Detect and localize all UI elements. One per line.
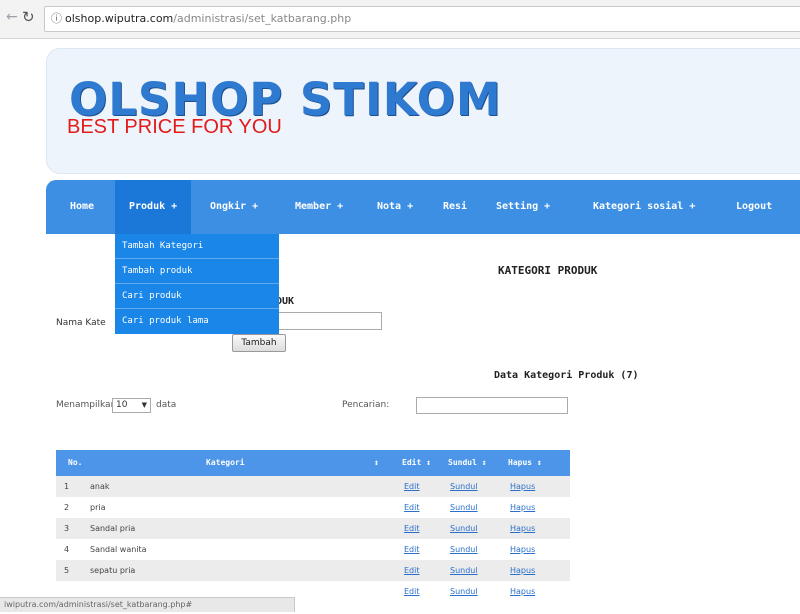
table-header: No. Kategori ↕ Edit ↕ Sundul ↕ Hapus ↕ xyxy=(56,450,570,476)
site-header: OLSHOP STIKOM BEST PRICE FOR YOU xyxy=(46,48,800,174)
page-info-icon[interactable]: ⓘ xyxy=(51,7,63,31)
nav-ongkir[interactable]: Ongkir + xyxy=(210,180,258,234)
nav-member[interactable]: Member + xyxy=(295,180,343,234)
cell-no: 1 xyxy=(64,482,70,491)
sundul-link[interactable]: Sundul xyxy=(450,518,478,539)
page-title: KATEGORI PRODUK xyxy=(498,264,598,277)
table-row: 3 Sandal pria Edit Sundul Hapus xyxy=(56,518,570,539)
cell-kategori: anak xyxy=(90,482,110,491)
col-header-edit[interactable]: Edit ↕ xyxy=(402,450,431,476)
sundul-link[interactable]: Sundul xyxy=(450,581,478,602)
back-arrow-icon[interactable]: ← xyxy=(6,10,20,24)
cell-kategori: Sandal pria xyxy=(90,524,136,533)
table-row: 2 pria Edit Sundul Hapus xyxy=(56,497,570,518)
address-bar[interactable]: ⓘ olshop.wiputra.com/administrasi/set_kat… xyxy=(44,6,800,32)
table-row: 5 sepatu pria Edit Sundul Hapus xyxy=(56,560,570,581)
category-table: No. Kategori ↕ Edit ↕ Sundul ↕ Hapus ↕ 1… xyxy=(56,450,570,602)
edit-link[interactable]: Edit xyxy=(404,560,420,581)
edit-link[interactable]: Edit xyxy=(404,539,420,560)
produk-dropdown-menu: Tambah Kategori Tambah produk Cari produ… xyxy=(115,234,279,334)
nav-kategori-sosial[interactable]: Kategori sosial + xyxy=(593,180,695,234)
cell-no: 5 xyxy=(64,566,70,575)
site-tagline: BEST PRICE FOR YOU xyxy=(67,116,282,138)
add-category-button[interactable]: Tambah xyxy=(232,334,286,352)
entries-label: Menampilkan xyxy=(56,400,117,410)
nav-resi[interactable]: Resi xyxy=(443,180,467,234)
cell-kategori: Sandal wanita xyxy=(90,545,147,554)
sundul-link[interactable]: Sundul xyxy=(450,539,478,560)
edit-link[interactable]: Edit xyxy=(404,476,420,497)
nav-home[interactable]: Home xyxy=(70,180,94,234)
sundul-link[interactable]: Sundul xyxy=(450,560,478,581)
sundul-link[interactable]: Sundul xyxy=(450,476,478,497)
hapus-link[interactable]: Hapus xyxy=(510,476,535,497)
search-input[interactable] xyxy=(416,397,568,414)
hapus-link[interactable]: Hapus xyxy=(510,518,535,539)
sundul-link[interactable]: Sundul xyxy=(450,497,478,518)
nav-setting[interactable]: Setting + xyxy=(496,180,550,234)
main-nav: Home Produk + Ongkir + Member + Nota + R… xyxy=(46,180,800,234)
hapus-link[interactable]: Hapus xyxy=(510,497,535,518)
category-name-label: Nama Kate xyxy=(56,318,106,328)
hapus-link[interactable]: Hapus xyxy=(510,581,535,602)
nav-nota[interactable]: Nota + xyxy=(377,180,413,234)
category-name-input[interactable] xyxy=(276,312,382,330)
col-header-no[interactable]: No. xyxy=(68,450,82,476)
table-row: 4 Sandal wanita Edit Sundul Hapus xyxy=(56,539,570,560)
data-table-title: Data Kategori Produk (7) xyxy=(494,370,639,381)
entries-suffix: data xyxy=(156,400,177,410)
menu-item-cari-produk[interactable]: Cari produk xyxy=(115,284,279,309)
table-row: 1 anak Edit Sundul Hapus xyxy=(56,476,570,497)
hapus-link[interactable]: Hapus xyxy=(510,560,535,581)
menu-item-tambah-produk[interactable]: Tambah produk xyxy=(115,259,279,284)
url-path: /administrasi/set_katbarang.php xyxy=(173,12,352,25)
nav-produk[interactable]: Produk + xyxy=(115,180,192,234)
browser-toolbar: ← ↻ ⓘ olshop.wiputra.com/administrasi/set… xyxy=(0,0,800,39)
edit-link[interactable]: Edit xyxy=(404,581,420,602)
url-host: olshop.wiputra.com xyxy=(65,12,174,25)
hapus-link[interactable]: Hapus xyxy=(510,539,535,560)
col-header-hapus[interactable]: Hapus ↕ xyxy=(508,450,542,476)
browser-status-bar: iwiputra.com/administrasi/set_katbarang.… xyxy=(0,597,295,612)
cell-kategori: sepatu pria xyxy=(90,566,136,575)
entries-select-value: 10 xyxy=(116,400,128,410)
search-label: Pencarian: xyxy=(342,400,390,410)
cell-no: 3 xyxy=(64,524,70,533)
cell-no: 4 xyxy=(64,545,70,554)
menu-item-cari-produk-lama[interactable]: Cari produk lama xyxy=(115,309,279,333)
col-header-kategori[interactable]: Kategori xyxy=(206,450,245,476)
edit-link[interactable]: Edit xyxy=(404,497,420,518)
cell-kategori: pria xyxy=(90,503,106,512)
col-header-sort[interactable]: ↕ xyxy=(374,450,379,476)
entries-select[interactable]: 10 ▼ xyxy=(112,398,151,413)
col-header-sundul[interactable]: Sundul ↕ xyxy=(448,450,487,476)
menu-item-tambah-kategori[interactable]: Tambah Kategori xyxy=(115,234,279,259)
cell-no: 2 xyxy=(64,503,70,512)
edit-link[interactable]: Edit xyxy=(404,518,420,539)
chevron-down-icon: ▼ xyxy=(141,401,147,409)
reload-icon[interactable]: ↻ xyxy=(22,9,38,25)
nav-logout[interactable]: Logout xyxy=(736,180,772,234)
